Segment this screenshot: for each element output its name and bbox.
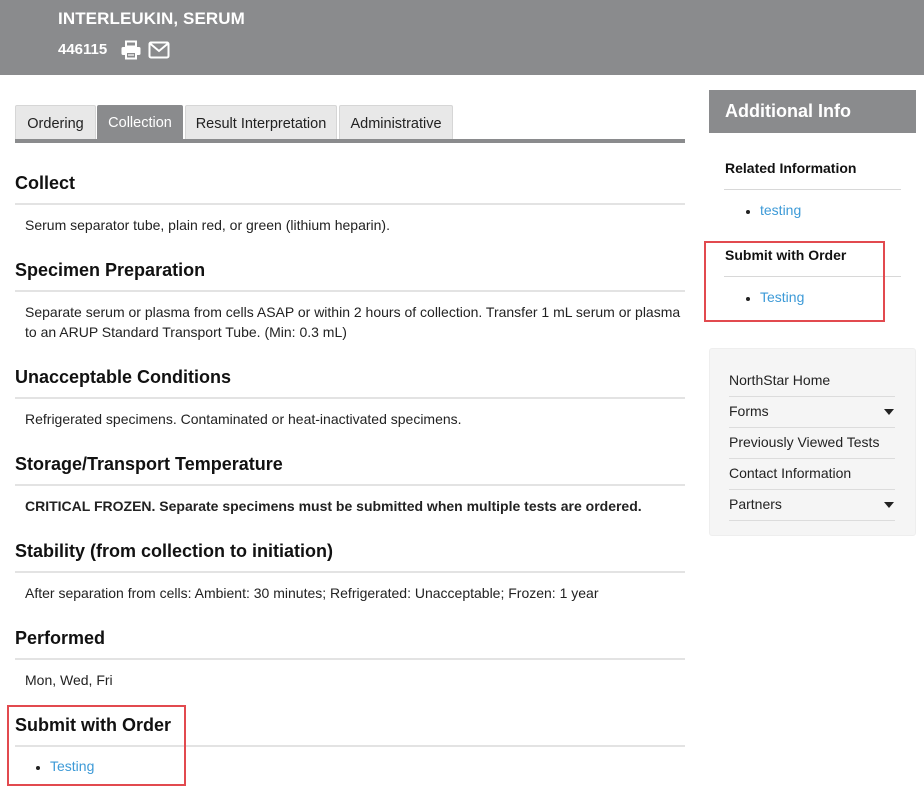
nav-item-label: Contact Information — [729, 465, 852, 481]
highlight-box-main — [7, 705, 186, 786]
nav-item-label: Previously Viewed Tests — [729, 434, 880, 450]
section-divider — [15, 658, 685, 660]
nav-item-contact-information[interactable]: Contact Information — [729, 458, 906, 489]
sidebar-title: Additional Info — [725, 101, 851, 121]
tab-bar: Ordering Collection Result Interpretatio… — [15, 105, 685, 143]
tab-result-interpretation[interactable]: Result Interpretation — [185, 105, 337, 139]
section-title-unacceptable-conditions: Unacceptable Conditions — [15, 367, 232, 387]
test-code: 446115 — [58, 41, 108, 58]
nav-item-partners[interactable]: Partners — [729, 489, 906, 520]
list-bullet — [746, 210, 750, 214]
prep-text-line1: Separate serum or plasma from cells ASAP… — [25, 304, 681, 320]
header-bar: INTERLEUKIN, SERUM 446115 — [0, 0, 924, 75]
print-icon[interactable] — [120, 40, 142, 60]
stability-text: After separation from cells: Ambient: 30… — [25, 585, 599, 601]
section-divider — [15, 397, 685, 399]
nav-item-forms[interactable]: Forms — [729, 396, 906, 427]
nav-item-label: Forms — [729, 403, 769, 419]
sidebar-divider — [724, 189, 901, 190]
performed-text: Mon, Wed, Fri — [25, 672, 113, 688]
tab-collection[interactable]: Collection — [97, 105, 183, 139]
highlight-box-sidebar — [704, 241, 885, 322]
caret-down-icon[interactable] — [884, 409, 894, 415]
collect-text: Serum separator tube, plain red, or gree… — [25, 217, 390, 233]
section-title-stability: Stability (from collection to initiation… — [15, 541, 333, 561]
nav-divider — [729, 520, 895, 521]
section-title-specimen-preparation: Specimen Preparation — [15, 260, 206, 280]
section-title-performed: Performed — [15, 628, 106, 648]
section-title-collect: Collect — [15, 173, 76, 193]
sidebar-header: Additional Info — [709, 90, 916, 133]
storage-text: CRITICAL FROZEN. Separate specimens must… — [25, 498, 642, 514]
unacceptable-text: Refrigerated specimens. Contaminated or … — [25, 411, 462, 427]
nav-item-previously-viewed-tests[interactable]: Previously Viewed Tests — [729, 427, 906, 458]
test-title: INTERLEUKIN, SERUM — [58, 9, 245, 28]
related-information-link[interactable]: testing — [760, 202, 801, 218]
prep-text-line2: to an ARUP Standard Transport Tube. (Min… — [25, 324, 347, 340]
section-divider — [15, 203, 685, 205]
sidebar-nav: NorthStar Home Forms Previously Viewed T… — [709, 348, 916, 536]
section-divider — [15, 290, 685, 292]
nav-item-label: NorthStar Home — [729, 372, 831, 388]
nav-item-northstar-home[interactable]: NorthStar Home — [729, 365, 906, 396]
caret-down-icon[interactable] — [884, 502, 894, 508]
section-divider — [15, 484, 685, 486]
section-divider — [15, 571, 685, 573]
tab-administrative[interactable]: Administrative — [339, 105, 453, 139]
tab-ordering[interactable]: Ordering — [15, 105, 96, 139]
related-information-title: Related Information — [725, 160, 857, 176]
envelope-icon[interactable] — [148, 40, 170, 60]
nav-item-label: Partners — [729, 496, 782, 512]
section-title-storage-transport: Storage/Transport Temperature — [15, 454, 283, 474]
